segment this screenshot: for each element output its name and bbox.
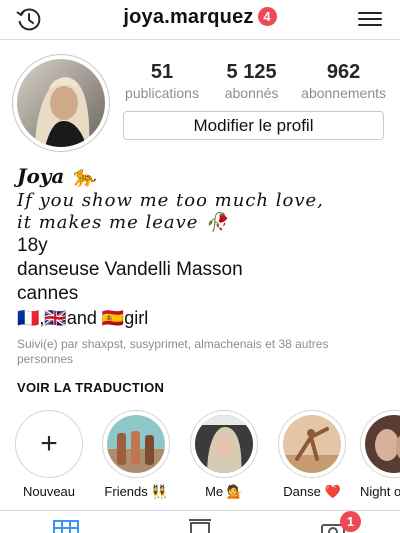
bio-occupation: danseuse Vandelli Masson [17, 259, 243, 280]
highlight-label: Danse ❤️ [283, 484, 341, 499]
bio-flags: 🇫🇷,🇬🇧and 🇪🇸girl [17, 308, 149, 328]
followed-by-text[interactable]: Suivi(e) par shaxpst, susyprimet, almach… [17, 337, 387, 367]
stat-publications[interactable]: 51 publications [122, 60, 202, 102]
top-bar: joya.marquez 4 [0, 0, 400, 40]
story-highlights: + Nouveau Friends 👯 Me 💁 Danse ❤️ Night … [0, 410, 400, 506]
stat-label: abonnés [224, 85, 279, 101]
grid-icon[interactable] [53, 519, 79, 533]
profile-username[interactable]: joya.marquez 4 [0, 6, 400, 29]
notification-badge[interactable]: 4 [257, 6, 277, 26]
highlight-new[interactable]: + Nouveau [9, 410, 89, 500]
avatar-photo [17, 59, 105, 147]
profile-stats: 51 publications 5 125 abonnés 962 abonne… [122, 60, 386, 102]
stat-value: 5 125 [226, 61, 277, 83]
profile-display-name: Joya 🐆 [17, 164, 97, 188]
highlight-danse[interactable]: Danse ❤️ [272, 410, 352, 500]
see-translation-link[interactable]: VOIR LA TRADUCTION [17, 380, 387, 395]
feed-list-icon[interactable] [187, 519, 213, 533]
bio-quote-line-1: If you show me too much love, [17, 190, 324, 211]
highlight-label: Friends 👯 [104, 484, 168, 499]
highlight-label: Night o [360, 484, 400, 499]
highlight-thumbnail [107, 415, 165, 473]
highlight-label: Nouveau [22, 484, 76, 499]
hamburger-menu-icon[interactable] [358, 8, 382, 32]
highlight-label: Me 💁 [205, 484, 243, 499]
bio-city: cannes [17, 283, 79, 304]
highlight-thumbnail [365, 415, 400, 473]
stat-following[interactable]: 962 abonnements [301, 60, 386, 102]
highlight-thumbnail [283, 415, 341, 473]
highlight-ring [102, 410, 170, 478]
tagged-notification-badge: 1 [340, 511, 361, 532]
highlight-night[interactable]: Night o [360, 410, 400, 500]
highlight-thumbnail [195, 415, 253, 473]
highlight-ring [278, 410, 346, 478]
stat-value: 962 [326, 61, 361, 83]
stat-followers[interactable]: 5 125 abonnés [212, 60, 292, 102]
plus-icon: + [40, 427, 58, 460]
highlight-friends[interactable]: Friends 👯 [96, 410, 176, 500]
edit-profile-button[interactable]: Modifier le profil [123, 111, 384, 140]
bio-quote-line-2: it makes me leave 🥀 [17, 212, 229, 233]
highlight-me[interactable]: Me 💁 [184, 410, 264, 500]
stat-label: abonnements [301, 85, 386, 101]
highlight-ring: + [15, 410, 83, 478]
username-text: joya.marquez [123, 6, 254, 29]
highlight-ring [360, 410, 400, 478]
profile-bio: Joya 🐆 If you show me too much love, it … [17, 162, 387, 395]
profile-avatar[interactable] [12, 54, 110, 152]
stat-label: publications [125, 85, 199, 101]
bio-age: 18y [17, 235, 48, 256]
stat-value: 51 [150, 61, 174, 83]
highlight-ring [190, 410, 258, 478]
